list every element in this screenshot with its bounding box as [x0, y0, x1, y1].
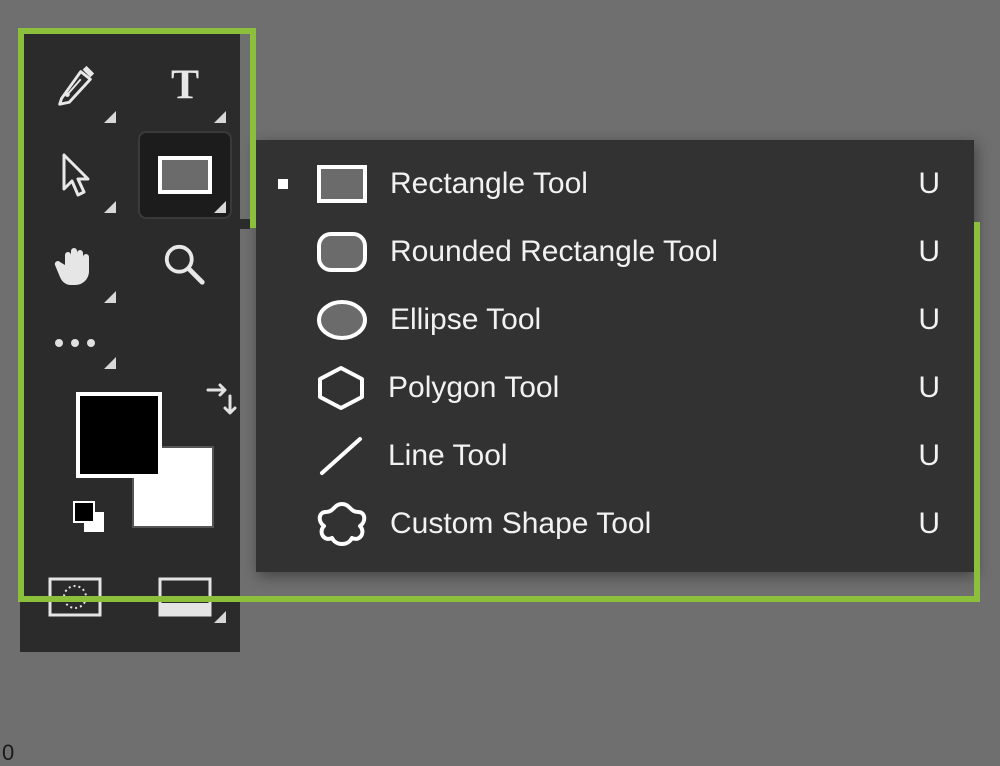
- rectangle-icon: [156, 154, 214, 196]
- flyout-indicator: [104, 291, 116, 303]
- tool-row: T: [20, 40, 240, 130]
- flyout-indicator: [214, 611, 226, 623]
- flyout-item-shortcut: U: [918, 439, 940, 473]
- flyout-item-shortcut: U: [918, 507, 940, 541]
- flyout-item-line[interactable]: Line Tool U: [256, 422, 974, 490]
- ellipse-icon: [316, 299, 368, 341]
- hand-tool[interactable]: [30, 223, 120, 307]
- flyout-item-shortcut: U: [918, 167, 940, 201]
- mask-mode-row: [20, 562, 240, 632]
- pen-tool[interactable]: [30, 43, 120, 127]
- flyout-item-shortcut: U: [918, 371, 940, 405]
- edit-toolbar-button[interactable]: [30, 313, 120, 373]
- flyout-indicator: [104, 201, 116, 213]
- flyout-item-custom-shape[interactable]: Custom Shape Tool U: [256, 490, 974, 558]
- screen-mode-icon: [158, 577, 212, 617]
- ellipsis-icon: [53, 337, 97, 349]
- hexagon-icon: [316, 365, 366, 411]
- color-swatches: [20, 382, 240, 552]
- type-icon: T: [162, 62, 208, 108]
- flyout-item-label: Polygon Tool: [388, 371, 918, 405]
- tool-row: [20, 310, 240, 376]
- flyout-item-rounded-rectangle[interactable]: Rounded Rectangle Tool U: [256, 218, 974, 286]
- flyout-item-label: Rectangle Tool: [390, 167, 918, 201]
- flyout-item-label: Ellipse Tool: [390, 303, 918, 337]
- flyout-indicator: [214, 111, 226, 123]
- swap-colors-button[interactable]: [202, 382, 238, 423]
- path-select-tool[interactable]: [30, 133, 120, 217]
- active-dot-icon: [278, 179, 288, 189]
- standard-mode-icon: [48, 577, 102, 617]
- zoom-level-label: 0: [2, 740, 14, 766]
- flyout-indicator: [104, 111, 116, 123]
- quick-mask-mode-button[interactable]: [140, 567, 230, 627]
- flyout-item-shortcut: U: [918, 235, 940, 269]
- hand-icon: [51, 241, 99, 289]
- default-colors-button[interactable]: [72, 500, 106, 539]
- foreground-color-swatch[interactable]: [76, 392, 162, 478]
- pen-icon: [52, 62, 98, 108]
- flyout-item-ellipse[interactable]: Ellipse Tool U: [256, 286, 974, 354]
- svg-text:T: T: [171, 62, 199, 108]
- tool-row: [20, 220, 240, 310]
- arrow-cursor-icon: [54, 151, 96, 199]
- tools-panel: T: [20, 30, 240, 652]
- default-colors-icon: [72, 500, 106, 534]
- flyout-item-label: Custom Shape Tool: [390, 507, 918, 541]
- rectangle-tool[interactable]: [140, 133, 230, 217]
- tool-row: [20, 130, 240, 220]
- flyout-item-polygon[interactable]: Polygon Tool U: [256, 354, 974, 422]
- swap-arrows-icon: [202, 382, 238, 418]
- flyout-item-rectangle[interactable]: Rectangle Tool U: [256, 150, 974, 218]
- rounded-rectangle-icon: [316, 231, 368, 273]
- line-icon: [316, 433, 366, 479]
- standard-mode-button[interactable]: [30, 567, 120, 627]
- type-tool[interactable]: T: [140, 43, 230, 127]
- custom-shape-icon: [316, 500, 368, 548]
- flyout-item-shortcut: U: [918, 303, 940, 337]
- zoom-tool[interactable]: [140, 223, 230, 307]
- flyout-item-label: Rounded Rectangle Tool: [390, 235, 918, 269]
- shape-tool-flyout: Rectangle Tool U Rounded Rectangle Tool …: [256, 140, 974, 572]
- flyout-indicator: [214, 201, 226, 213]
- flyout-indicator: [104, 357, 116, 369]
- magnifier-icon: [162, 242, 208, 288]
- rectangle-icon: [316, 164, 368, 204]
- flyout-item-label: Line Tool: [388, 439, 918, 473]
